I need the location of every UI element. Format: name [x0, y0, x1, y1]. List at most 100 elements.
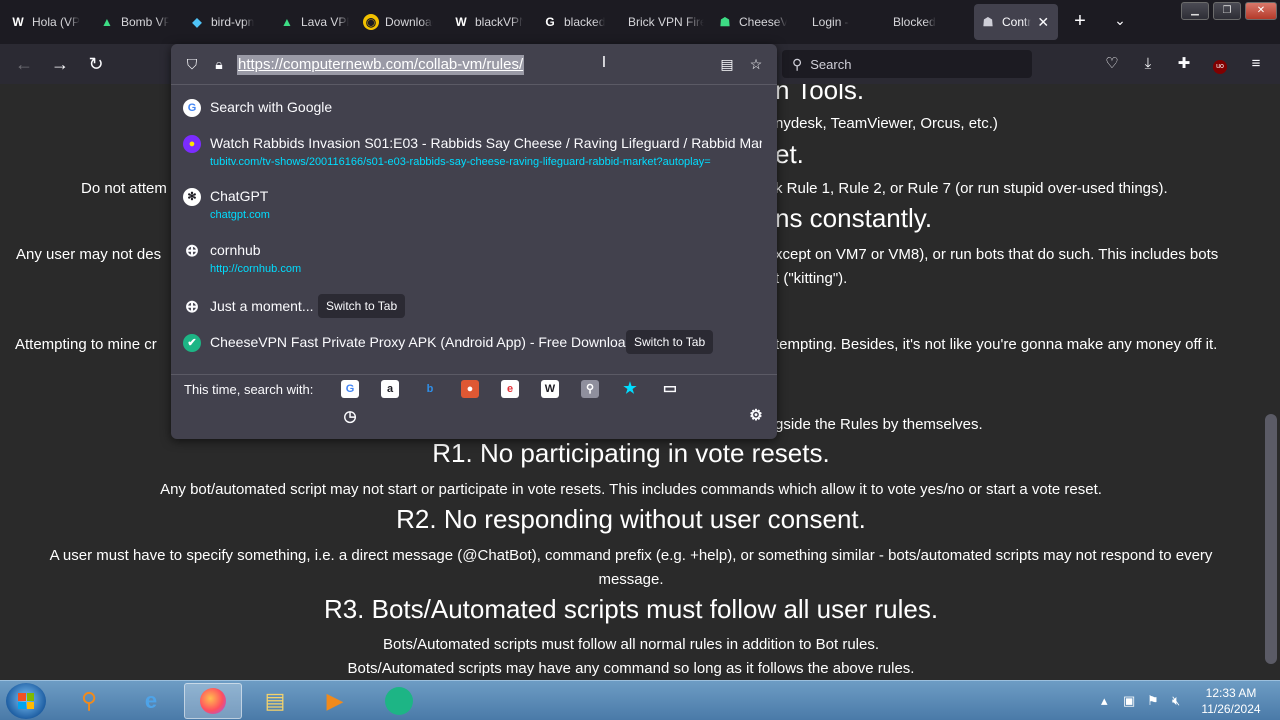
pocket-icon[interactable]: ♡ — [1102, 54, 1122, 74]
windows-logo-icon — [18, 693, 34, 709]
rule-text-right: k Rule 1, Rule 2, or Rule 7 (or run stup… — [775, 180, 1168, 197]
suggestion-title: Just a moment... — [210, 298, 314, 314]
chevron-down-icon[interactable]: ⌄ — [1110, 12, 1130, 32]
r2-text-cont: message. — [598, 571, 664, 588]
urlbar[interactable]: ⛉ 🔒︎ https://computernewb.com/collab-vm/… — [171, 44, 777, 84]
history-icon[interactable]: ◷ — [341, 408, 359, 426]
page-scrollbar[interactable] — [1262, 84, 1280, 680]
tab[interactable]: ▲ Bomb VPN — [99, 4, 169, 40]
green-app-icon[interactable] — [370, 683, 428, 719]
tab[interactable]: Login - — [812, 4, 872, 40]
search-engine-icon[interactable]: ⚲ — [581, 380, 599, 398]
switch-to-tab-button[interactable]: Switch to Tab — [626, 330, 714, 354]
minimize-button[interactable]: ▁ — [1181, 2, 1209, 20]
rule-text-right: t ("kitting"). — [775, 270, 848, 287]
reader-view-icon[interactable]: ▤ — [717, 54, 737, 74]
shield-icon[interactable]: ⛉ — [182, 54, 202, 74]
tab-label: bird-vpn — [211, 15, 255, 29]
clock[interactable]: 12:33 AM 11/26/2024 — [1196, 685, 1266, 717]
tab[interactable]: ☗ CheeseVPN — [717, 4, 787, 40]
ebay-icon[interactable]: e — [501, 380, 519, 398]
suggestion-url: http://cornhub.com — [210, 263, 302, 275]
maximize-button[interactable]: ❐ — [1213, 2, 1241, 20]
duckduckgo-icon[interactable]: ● — [461, 380, 479, 398]
bookmark-star-icon[interactable]: ☆ — [746, 54, 766, 74]
suggestion-item[interactable]: ⊕ Just a moment... Switch to Tab — [171, 294, 777, 323]
rule-text-left: Attempting to mine cr — [15, 336, 157, 353]
back-button[interactable]: ← — [12, 52, 36, 76]
lava-vpn-icon: ▲ — [281, 15, 293, 29]
forward-button[interactable]: → — [48, 52, 72, 76]
globe-icon: ⊕ — [184, 297, 200, 316]
reload-button[interactable]: ↻ — [84, 52, 108, 76]
tab-label: Download — [385, 15, 433, 29]
wikipedia-icon[interactable]: W — [541, 380, 559, 398]
search-input[interactable]: ⚲ Search — [782, 50, 1032, 78]
text-cursor-icon: I — [601, 54, 607, 71]
tab[interactable]: ◉ Download — [363, 4, 433, 40]
r2-heading: R2. No responding without user consent. — [396, 504, 866, 534]
bing-icon[interactable]: b — [421, 380, 439, 398]
rule-text-right: gside the Rules by themselves. — [775, 416, 983, 433]
google-icon: G — [545, 15, 555, 29]
switch-to-tab-button[interactable]: Switch to Tab — [318, 294, 406, 318]
google-icon: G — [183, 99, 201, 117]
google-icon[interactable]: G — [341, 380, 359, 398]
extensions-icon[interactable]: ✚ — [1174, 54, 1194, 74]
tab[interactable]: ◆ bird-vpn — [189, 4, 259, 40]
settings-icon[interactable]: ⚙ — [747, 407, 765, 425]
url-input[interactable]: https://computernewb.com/collab-vm/rules… — [237, 55, 525, 75]
r1-heading: R1. No participating in vote resets. — [432, 438, 830, 468]
amazon-icon[interactable]: a — [381, 380, 399, 398]
action-center-flag-icon[interactable]: ⚑ — [1147, 693, 1159, 709]
r1-text: Any bot/automated script may not start o… — [160, 481, 1102, 498]
tab-label: Hola (VPN) — [32, 15, 80, 29]
internet-explorer-icon[interactable]: e — [122, 683, 180, 719]
new-tab-button[interactable]: + — [1069, 10, 1091, 32]
tab-active[interactable]: ☗ Contr ✕ — [974, 4, 1058, 40]
tab[interactable]: ▲ Lava VPN — [279, 4, 349, 40]
tab-label: Contr — [1002, 15, 1032, 29]
tab[interactable]: Gblacked — [542, 4, 612, 40]
tab[interactable]: WblackVPN — [453, 4, 523, 40]
r3-heading: R3. Bots/Automated scripts must follow a… — [323, 594, 939, 624]
bomb-vpn-icon: ▲ — [101, 15, 113, 29]
lock-icon[interactable]: 🔒︎ — [209, 54, 229, 74]
suggestion-title: CheeseVPN Fast Private Proxy APK (Androi… — [210, 334, 634, 350]
suggestion-item[interactable]: ✻ ChatGPT chatgpt.com — [171, 187, 777, 233]
scroll-thumb[interactable] — [1265, 414, 1277, 664]
constantly-heading: ns constantly. — [775, 203, 933, 233]
cheesevpn-icon: ✔ — [183, 334, 201, 352]
close-window-button[interactable]: ✕ — [1245, 2, 1277, 20]
ublock-icon[interactable]: uo — [1210, 54, 1230, 74]
media-player-icon[interactable]: ▶ — [306, 683, 364, 719]
tab[interactable]: Brick VPN Fire — [628, 4, 704, 40]
show-hidden-icons-icon[interactable]: ▴ — [1101, 693, 1108, 709]
suggestion-title: Watch Rabbids Invasion S01:E03 - Rabbids… — [210, 135, 762, 151]
tab-label: Blocked — [893, 15, 936, 29]
search-engine-bar: This time, search with: Ga b ● e W ⚲ ★ ▭ ◷ ⚙ — [171, 374, 777, 434]
volume-muted-icon[interactable]: 🔇︎ — [1172, 693, 1180, 709]
bookmarks-icon[interactable]: ★ — [621, 380, 639, 398]
firefox-icon[interactable] — [184, 683, 242, 719]
tab[interactable]: Blocked — [893, 4, 953, 40]
taskbar: ⚲ e ▤ ▶ ▴ ▣ ⚑ 🔇︎ 12:33 AM 11/26/2024 — [0, 680, 1280, 720]
device-icon[interactable]: ▣ — [1123, 693, 1135, 709]
suggestion-url: chatgpt.com — [210, 209, 270, 221]
suggestion-item[interactable]: ● Watch Rabbids Invasion S01:E03 - Rabbid… — [171, 134, 777, 180]
download-icon[interactable]: ⤓ — [1138, 54, 1158, 74]
menu-icon[interactable]: ≡ — [1246, 54, 1266, 74]
close-icon[interactable]: ✕ — [1037, 14, 1049, 31]
rule-text-left: Any user may not des — [16, 246, 162, 263]
start-button[interactable] — [6, 683, 46, 719]
android-icon: ☗ — [719, 15, 731, 29]
suggestion-item[interactable]: ✔ CheeseVPN Fast Private Proxy APK (Andro… — [171, 330, 777, 359]
tab-label: CheeseVPN — [739, 15, 787, 29]
tabs-icon[interactable]: ▭ — [661, 380, 679, 398]
suggestion-item[interactable]: ⊕ cornhub http://cornhub.com — [171, 241, 777, 287]
file-explorer-icon[interactable]: ▤ — [246, 683, 304, 719]
search-app-icon[interactable]: ⚲ — [60, 683, 118, 719]
r3-text-cont: Bots/Automated scripts may have any comm… — [347, 660, 915, 677]
tab[interactable]: W Hola (VPN) — [10, 4, 80, 40]
suggestion-item[interactable]: G Search with Google — [171, 98, 777, 124]
